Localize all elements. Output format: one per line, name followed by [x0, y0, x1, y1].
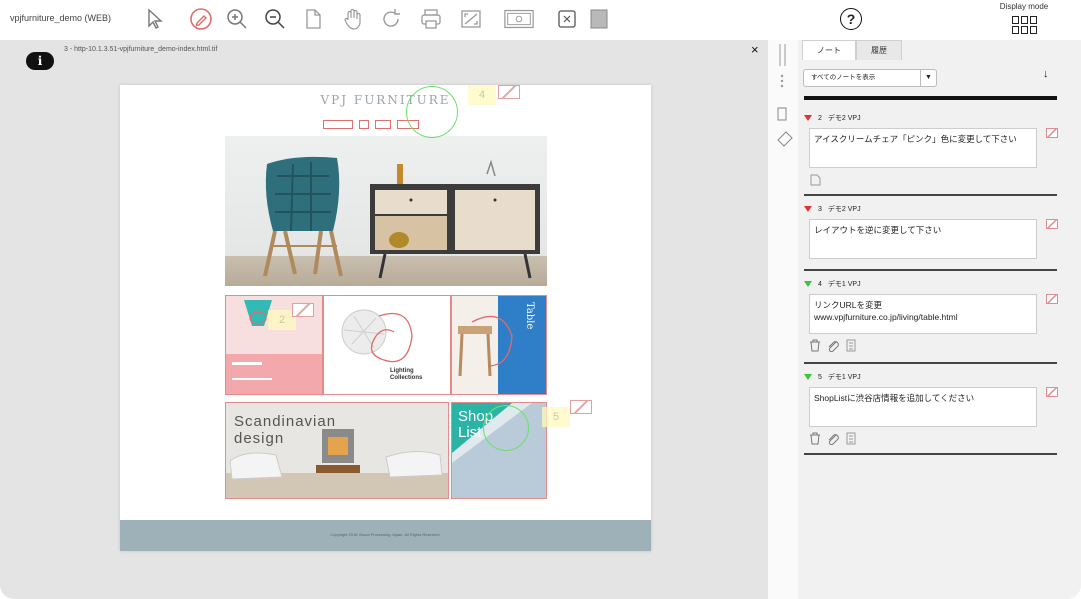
status-triangle-icon	[804, 206, 812, 212]
panel-tabs: ノート 履歴	[802, 40, 902, 60]
note-number: 2	[818, 114, 822, 122]
tab-notes[interactable]: ノート	[802, 40, 856, 60]
site-nav	[323, 120, 419, 129]
print-icon[interactable]	[418, 6, 444, 32]
table-label: Table	[524, 302, 535, 330]
note-flag-icon[interactable]	[570, 400, 592, 414]
annotation-circle[interactable]	[406, 86, 458, 138]
lighting-label: Lighting Collections	[390, 368, 423, 381]
list-icon[interactable]	[845, 432, 857, 445]
divider	[804, 96, 1057, 100]
page-footer: Copyright 2018 Visual Processing Japan. …	[120, 520, 651, 551]
document-viewer[interactable]: i 3 - http-10.1.3.51-vpjfurniture_demo-i…	[0, 40, 768, 599]
divider	[804, 269, 1057, 271]
pen-icon[interactable]	[188, 6, 214, 32]
note-text[interactable]: レイアウトを逆に変更して下さい	[809, 219, 1037, 259]
note-item[interactable]: 3 デモ2 VPJ レイアウトを逆に変更して下さい	[804, 203, 1058, 259]
divider	[804, 453, 1057, 455]
hand-icon[interactable]	[340, 6, 366, 32]
square-icon[interactable]	[586, 6, 612, 32]
note-author: デモ2 VPJ	[827, 206, 861, 213]
note-marker-5[interactable]: 5	[542, 407, 570, 427]
document-name: vpjfurniture_demo (WEB)	[10, 13, 112, 23]
info-icon[interactable]: i	[26, 52, 54, 70]
note-flag-icon[interactable]	[1046, 219, 1058, 229]
list-icon[interactable]	[845, 339, 857, 352]
toolbar: vpjfurniture_demo (WEB) ? Display mode	[0, 0, 1081, 40]
rotate-icon[interactable]	[378, 6, 404, 32]
side-tool-strip	[768, 40, 798, 599]
note-text[interactable]: アイスクリームチェア「ピンク」色に変更して下さい	[809, 128, 1037, 168]
nav-item	[323, 120, 353, 129]
status-triangle-icon	[804, 281, 812, 287]
note-number: 4	[818, 280, 822, 288]
note-flag-icon[interactable]	[1046, 128, 1058, 138]
note-flag-icon[interactable]	[498, 85, 520, 99]
note-author: デモ2 VPJ	[827, 115, 861, 122]
divider	[804, 362, 1057, 364]
paperclip-icon[interactable]	[827, 339, 839, 353]
paperclip-icon[interactable]	[827, 432, 839, 446]
status-triangle-icon	[804, 374, 812, 380]
fullscreen-icon[interactable]	[554, 6, 580, 32]
trash-icon[interactable]	[809, 432, 821, 445]
note-text[interactable]: ShopListに渋谷店情報を追加してください	[809, 387, 1037, 427]
note-number: 3	[818, 205, 822, 213]
tab-history[interactable]: 履歴	[856, 40, 902, 60]
product-cell-lighting: Lighting Collections	[323, 295, 451, 395]
file-label: 3 - http-10.1.3.51-vpjfurniture_demo-ind…	[64, 46, 218, 53]
note-author: デモ1 VPJ	[827, 374, 861, 381]
zoom-in-icon[interactable]	[224, 6, 250, 32]
notes-panel: ノート 履歴 すべてのノートを表示 ▼ ↓ 2 デモ2 VPJ アイスクリームチ…	[798, 40, 1081, 599]
display-mode-selector[interactable]: Display mode	[992, 2, 1056, 34]
pointer-icon[interactable]	[142, 6, 168, 32]
grid-layout-icon[interactable]	[1011, 16, 1037, 34]
note-item[interactable]: 5 デモ1 VPJ ShopListに渋谷店情報を追加してください	[804, 371, 1058, 446]
page-icon[interactable]	[809, 173, 821, 186]
note-flag-icon[interactable]	[292, 303, 314, 317]
sort-icon[interactable]: ↓	[1043, 68, 1049, 80]
note-marker-4[interactable]: 4	[468, 85, 496, 105]
note-flag-icon[interactable]	[1046, 294, 1058, 304]
note-item[interactable]: 4 デモ1 VPJ リンクURLを変更 www.vpjfurniture.co.…	[804, 278, 1058, 353]
display-mode-label: Display mode	[999, 2, 1049, 11]
reviewed-page[interactable]: VPJ FURNITURE Lighting Collections Table…	[120, 85, 651, 551]
note-author: デモ1 VPJ	[827, 281, 861, 288]
scandinavian-label: Scandinavian design	[234, 413, 337, 447]
site-title: VPJ FURNITURE	[320, 93, 451, 107]
nav-item	[375, 120, 391, 129]
note-actions	[809, 339, 1057, 353]
product-cell-scandinavian: Scandinavian design	[225, 402, 449, 499]
zoom-out-icon[interactable]	[262, 6, 288, 32]
filter-label: すべてのノートを表示	[811, 74, 876, 81]
nav-item	[359, 120, 369, 129]
copyright: Copyright 2018 Visual Processing Japan. …	[330, 532, 441, 537]
note-text[interactable]: リンクURLを変更 www.vpjfurniture.co.jp/living/…	[809, 294, 1037, 334]
note-flag-icon[interactable]	[1046, 387, 1058, 397]
status-triangle-icon	[804, 115, 812, 121]
note-number: 5	[818, 373, 822, 381]
hero-image	[225, 136, 547, 286]
help-button[interactable]: ?	[840, 8, 862, 30]
trash-icon[interactable]	[809, 339, 821, 352]
annotation-circle[interactable]	[483, 405, 529, 451]
chevron-down-icon[interactable]: ▼	[920, 70, 936, 86]
page-icon[interactable]	[300, 6, 326, 32]
note-actions	[809, 432, 1057, 446]
close-icon[interactable]: ×	[751, 42, 759, 57]
note-filter-select[interactable]: すべてのノートを表示 ▼	[803, 69, 937, 87]
note-item[interactable]: 2 デモ2 VPJ アイスクリームチェア「ピンク」色に変更して下さい	[804, 112, 1058, 187]
product-cell-table: Table	[451, 295, 547, 395]
note-actions	[809, 173, 1057, 187]
divider	[804, 194, 1057, 196]
fit-icon[interactable]	[458, 6, 484, 32]
screenshot-icon[interactable]	[502, 6, 536, 32]
